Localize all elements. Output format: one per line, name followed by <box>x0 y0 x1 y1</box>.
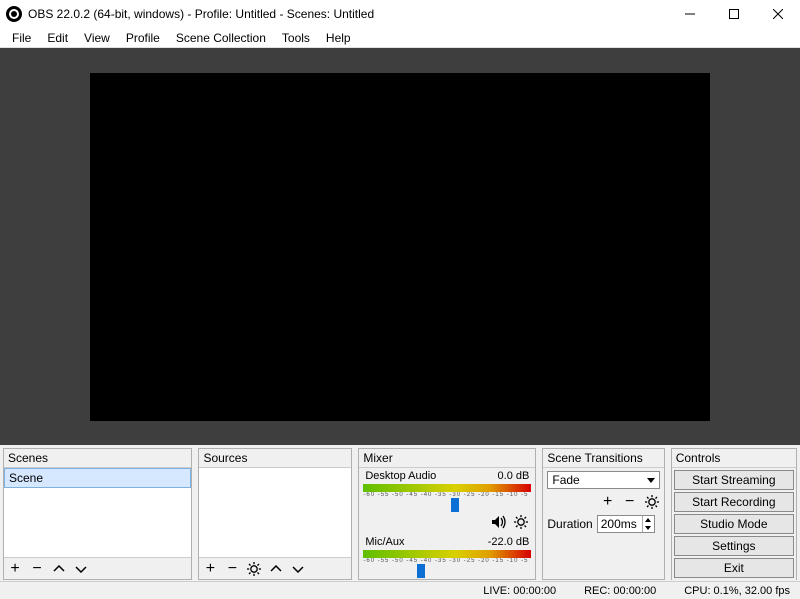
exit-button[interactable]: Exit <box>674 558 794 578</box>
move-scene-down-button[interactable] <box>73 561 89 577</box>
app-icon <box>6 6 22 22</box>
start-recording-button[interactable]: Start Recording <box>674 492 794 512</box>
duration-step-up[interactable] <box>643 516 654 524</box>
transitions-panel: Scene Transitions Fade Duration <box>542 448 664 580</box>
settings-button[interactable]: Settings <box>674 536 794 556</box>
mixer-channel-mic-aux: Mic/Aux -22.0 dB -60 -55 -50 -45 -40 -35… <box>359 534 535 579</box>
window-title: OBS 22.0.2 (64-bit, windows) - Profile: … <box>28 7 668 21</box>
speaker-icon[interactable] <box>491 514 507 530</box>
duration-spinbox[interactable] <box>597 515 655 533</box>
scene-item[interactable]: Scene <box>4 468 191 488</box>
source-properties-button[interactable] <box>246 561 262 577</box>
status-bar: LIVE: 00:00:00 REC: 00:00:00 CPU: 0.1%, … <box>0 581 800 599</box>
sources-panel: Sources <box>198 448 352 580</box>
controls-header: Controls <box>672 449 796 468</box>
menu-help[interactable]: Help <box>318 29 359 47</box>
minimize-button[interactable] <box>668 0 712 28</box>
mixer-panel: Mixer Desktop Audio 0.0 dB -60 -55 -50 -… <box>358 448 536 580</box>
scenes-header: Scenes <box>4 449 191 468</box>
status-cpu: CPU: 0.1%, 32.00 fps <box>684 585 790 597</box>
mixer-meter <box>363 550 531 558</box>
titlebar: OBS 22.0.2 (64-bit, windows) - Profile: … <box>0 0 800 28</box>
close-button[interactable] <box>756 0 800 28</box>
sources-list[interactable] <box>199 468 351 557</box>
move-source-up-button[interactable] <box>268 561 284 577</box>
add-source-button[interactable] <box>202 561 218 577</box>
mixer-header: Mixer <box>359 449 535 468</box>
controls-panel: Controls Start Streaming Start Recording… <box>671 448 797 580</box>
mixer-body: Desktop Audio 0.0 dB -60 -55 -50 -45 -40… <box>359 468 535 579</box>
menubar: File Edit View Profile Scene Collection … <box>0 28 800 48</box>
transition-properties-button[interactable] <box>644 494 660 510</box>
maximize-button[interactable] <box>712 0 756 28</box>
add-transition-button[interactable] <box>600 494 616 510</box>
mixer-channel-name: Desktop Audio <box>365 470 436 482</box>
duration-label: Duration <box>547 517 592 531</box>
preview-area[interactable] <box>0 48 800 445</box>
remove-source-button[interactable] <box>224 561 240 577</box>
menu-view[interactable]: View <box>76 29 118 47</box>
remove-scene-button[interactable] <box>29 561 45 577</box>
move-source-down-button[interactable] <box>290 561 306 577</box>
menu-scene-collection[interactable]: Scene Collection <box>168 29 274 47</box>
mixer-channel-level: 0.0 dB <box>498 470 530 482</box>
duration-input[interactable] <box>598 516 642 532</box>
mixer-channel-desktop-audio: Desktop Audio 0.0 dB -60 -55 -50 -45 -40… <box>359 468 535 534</box>
status-live: LIVE: 00:00:00 <box>483 585 556 597</box>
transition-select[interactable]: Fade <box>547 471 659 489</box>
mixer-meter <box>363 484 531 492</box>
start-streaming-button[interactable]: Start Streaming <box>674 470 794 490</box>
menu-profile[interactable]: Profile <box>118 29 168 47</box>
panels-row: Scenes Scene Sources Mixer Des <box>0 445 800 581</box>
menu-tools[interactable]: Tools <box>274 29 318 47</box>
duration-step-down[interactable] <box>643 524 654 532</box>
studio-mode-button[interactable]: Studio Mode <box>674 514 794 534</box>
status-rec: REC: 00:00:00 <box>584 585 656 597</box>
scenes-list[interactable]: Scene <box>4 468 191 557</box>
transitions-header: Scene Transitions <box>543 449 663 468</box>
mixer-volume-slider[interactable] <box>363 498 531 512</box>
scenes-toolbar <box>4 557 191 579</box>
mixer-channel-level: -22.0 dB <box>488 536 530 548</box>
gear-icon[interactable] <box>513 514 529 530</box>
sources-toolbar <box>199 557 351 579</box>
move-scene-up-button[interactable] <box>51 561 67 577</box>
remove-transition-button[interactable] <box>622 494 638 510</box>
preview-canvas[interactable] <box>90 73 710 421</box>
mixer-volume-slider[interactable] <box>363 564 531 578</box>
mixer-channel-name: Mic/Aux <box>365 536 404 548</box>
transitions-body: Fade Duration <box>543 468 663 536</box>
menu-file[interactable]: File <box>4 29 39 47</box>
scenes-panel: Scenes Scene <box>3 448 192 580</box>
sources-header: Sources <box>199 449 351 468</box>
menu-edit[interactable]: Edit <box>39 29 76 47</box>
add-scene-button[interactable] <box>7 561 23 577</box>
